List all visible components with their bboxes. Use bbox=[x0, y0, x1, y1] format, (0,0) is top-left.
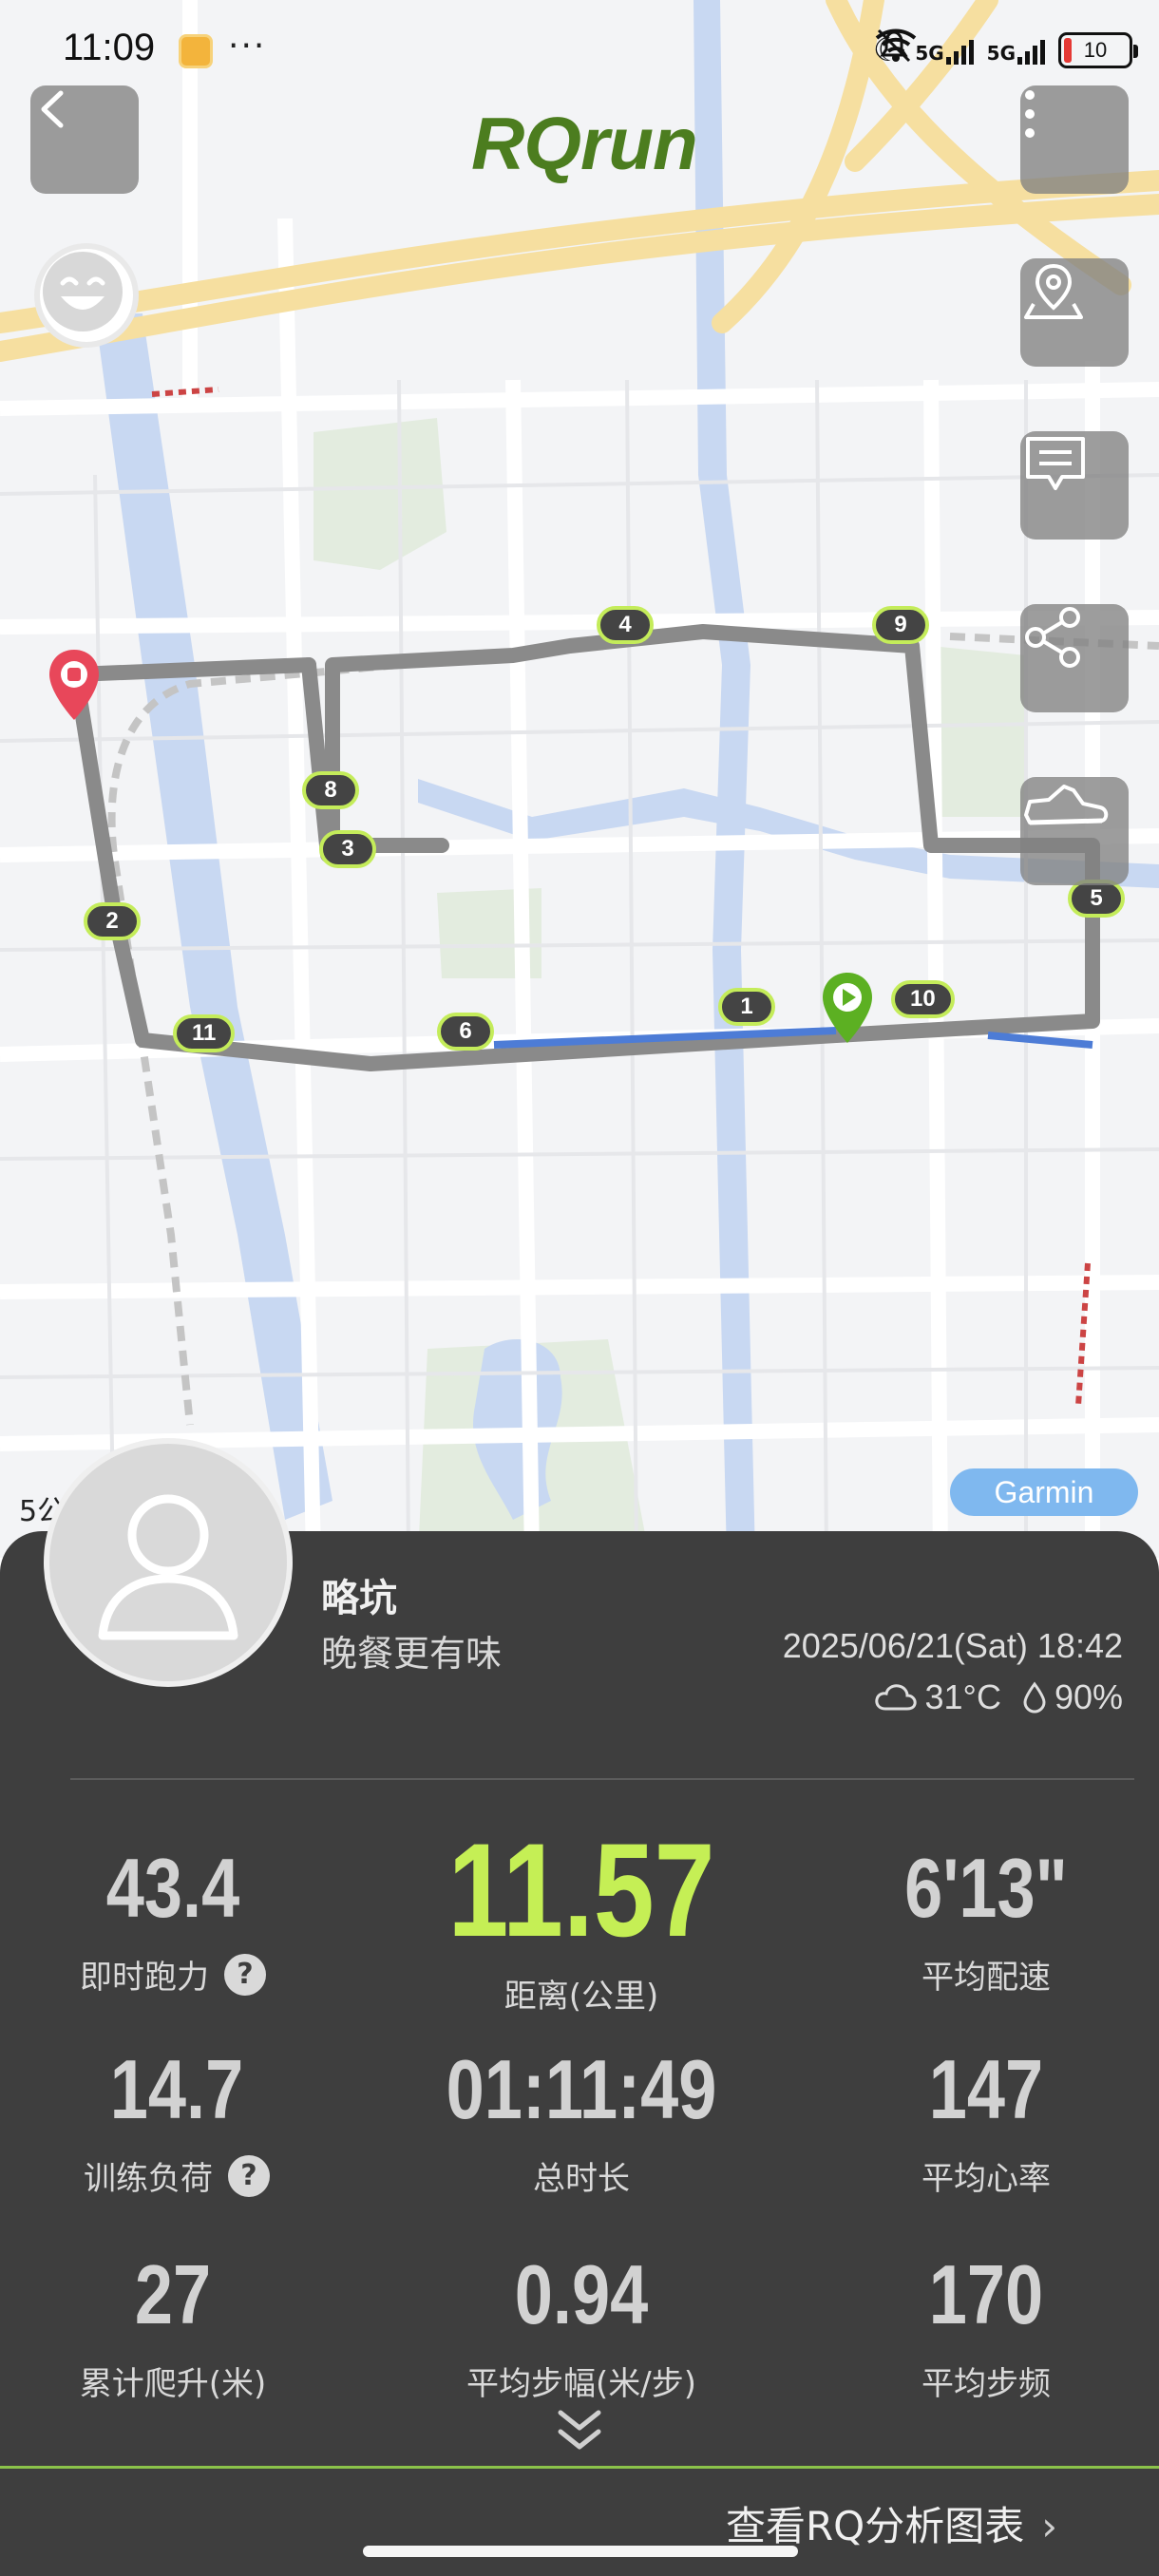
stat-label: 平均步幅(米/步) bbox=[466, 2365, 696, 2403]
humidity-drop-icon bbox=[1023, 1681, 1046, 1714]
more-menu-button[interactable] bbox=[1020, 85, 1129, 194]
status-time: 11:09 bbox=[63, 27, 156, 68]
stat-label: 即时跑力 bbox=[80, 1959, 209, 1997]
km-marker-2[interactable]: 2 bbox=[84, 902, 141, 940]
double-chevron-down-icon bbox=[558, 2410, 601, 2450]
brand-logo: RQrun bbox=[471, 102, 698, 185]
panel-divider bbox=[70, 1778, 1134, 1780]
back-button[interactable] bbox=[30, 85, 139, 194]
stat-running-power[interactable]: 43.4 即时跑力? bbox=[2, 1847, 344, 1998]
expand-button[interactable] bbox=[551, 2407, 608, 2458]
temperature: 31°C bbox=[924, 1677, 1001, 1716]
stat-value: 43.4 bbox=[105, 1841, 240, 1935]
analysis-link-label: 查看RQ分析图表 bbox=[726, 2503, 1025, 2549]
stat-label: 平均配速 bbox=[922, 1959, 1051, 1997]
user-name[interactable]: 略坑 bbox=[321, 1567, 397, 1622]
route-map[interactable]: 1 2 3 4 5 6 8 9 10 11 11:09 ··· ☾ 5G 5G … bbox=[0, 0, 1159, 1558]
stat-total-time: 01:11:49 总时长 bbox=[410, 2048, 752, 2199]
stat-distance: 11.57 距离(公里) bbox=[410, 1824, 752, 2017]
mood-emoji-button[interactable] bbox=[34, 243, 139, 348]
stat-avg-cadence: 170 平均步频 bbox=[815, 2253, 1157, 2404]
km-marker-6[interactable]: 6 bbox=[437, 1013, 494, 1051]
vertical-dots-icon bbox=[1025, 90, 1035, 138]
cloud-icon bbox=[874, 1684, 917, 1711]
km-marker-10[interactable]: 10 bbox=[891, 980, 955, 1018]
stat-label: 累计爬升(米) bbox=[79, 2365, 267, 2403]
km-marker-8[interactable]: 8 bbox=[302, 771, 359, 809]
wifi-icon bbox=[875, 28, 917, 62]
stat-label: 平均心率 bbox=[922, 2160, 1051, 2198]
stat-value: 147 bbox=[928, 2042, 1044, 2136]
stat-avg-heart-rate: 147 平均心率 bbox=[815, 2048, 1157, 2199]
garmin-source-badge[interactable]: Garmin bbox=[950, 1468, 1138, 1516]
start-pin-icon bbox=[823, 973, 872, 1043]
running-shoe-icon bbox=[1024, 785, 1109, 825]
stat-value: 27 bbox=[134, 2247, 212, 2341]
help-icon[interactable]: ? bbox=[228, 2154, 270, 2197]
map-pin-icon bbox=[1024, 263, 1083, 319]
stat-avg-pace: 6'13" 平均配速 bbox=[815, 1847, 1157, 1998]
chevron-right-icon: › bbox=[1041, 2503, 1058, 2549]
park-area bbox=[931, 646, 1026, 817]
stat-training-load[interactable]: 14.7 训练负荷? bbox=[6, 2048, 348, 2199]
stat-value: 11.57 bbox=[447, 1815, 715, 1964]
km-marker-5[interactable]: 5 bbox=[1068, 880, 1125, 918]
shoe-gear-button[interactable] bbox=[1020, 777, 1129, 885]
stat-label: 总时长 bbox=[533, 2160, 630, 2198]
battery-indicator: 10 bbox=[1058, 32, 1138, 68]
stat-value: 14.7 bbox=[109, 2042, 244, 2136]
stat-value: 01:11:49 bbox=[446, 2042, 717, 2136]
comment-bubble-icon bbox=[1026, 437, 1085, 490]
stat-value: 0.94 bbox=[514, 2247, 649, 2341]
map-canvas bbox=[0, 0, 1159, 1558]
smiley-face-icon bbox=[43, 252, 123, 331]
share-button[interactable] bbox=[1020, 604, 1129, 712]
chevron-left-icon bbox=[41, 90, 64, 128]
stat-label: 平均步频 bbox=[922, 2365, 1051, 2403]
stat-label: 训练负荷 bbox=[84, 2160, 213, 2198]
user-silhouette-icon bbox=[98, 1494, 238, 1640]
stat-elevation-gain: 27 累计爬升(米) bbox=[2, 2253, 344, 2404]
activity-title: 晚餐更有味 bbox=[321, 1633, 503, 1675]
avatar[interactable] bbox=[44, 1438, 293, 1687]
map-location-button[interactable] bbox=[1020, 258, 1129, 367]
km-marker-1[interactable]: 1 bbox=[718, 988, 775, 1026]
status-bar: 11:09 ··· ☾ 5G 5G 10 bbox=[0, 0, 1159, 95]
park-area bbox=[314, 418, 446, 570]
accent-divider bbox=[0, 2466, 1159, 2469]
cellular-signal-1-icon: 5G bbox=[915, 36, 974, 65]
stat-avg-stride: 0.94 平均步幅(米/步) bbox=[410, 2253, 752, 2404]
analysis-chart-link[interactable]: 查看RQ分析图表 › bbox=[726, 2494, 1057, 2552]
notification-app-icon bbox=[179, 34, 213, 68]
home-indicator[interactable] bbox=[363, 2546, 798, 2557]
comment-button[interactable] bbox=[1020, 431, 1129, 540]
stat-value: 6'13" bbox=[904, 1841, 1068, 1935]
km-marker-11[interactable]: 11 bbox=[173, 1014, 236, 1052]
cellular-signal-2-icon: 5G bbox=[987, 36, 1045, 65]
help-icon[interactable]: ? bbox=[224, 1953, 266, 1996]
stat-label: 距离(公里) bbox=[504, 1978, 659, 2016]
activity-datetime: 2025/06/21(Sat) 18:42 bbox=[782, 1626, 1123, 1665]
km-marker-4[interactable]: 4 bbox=[597, 606, 654, 644]
stat-value: 170 bbox=[928, 2247, 1044, 2341]
status-more-indicator: ··· bbox=[228, 27, 267, 66]
km-marker-3[interactable]: 3 bbox=[319, 830, 376, 868]
end-pin-icon bbox=[49, 650, 99, 720]
weather-info: 31°C 90% bbox=[874, 1677, 1123, 1717]
km-marker-9[interactable]: 9 bbox=[872, 606, 929, 644]
share-icon bbox=[1025, 607, 1080, 668]
humidity: 90% bbox=[1054, 1677, 1123, 1716]
